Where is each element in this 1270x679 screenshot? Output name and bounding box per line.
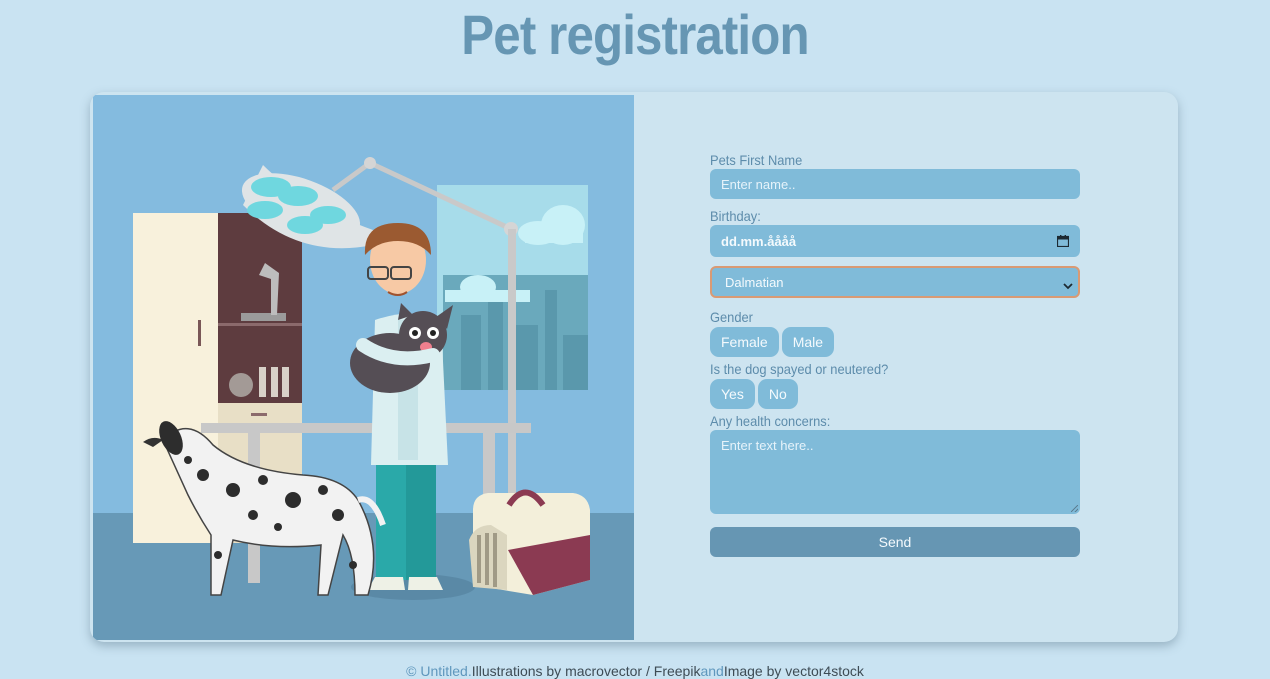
- pet-form: Pets First Name Enter name.. Birthday: d…: [710, 152, 1080, 557]
- birthday-input[interactable]: dd.mm.åååå: [710, 225, 1080, 257]
- spayed-no-button[interactable]: No: [757, 379, 798, 409]
- gender-options: Female Male: [710, 327, 1080, 357]
- and-text: and: [700, 663, 724, 679]
- resize-grip-icon[interactable]: [1071, 505, 1078, 512]
- gender-female-button[interactable]: Female: [710, 327, 779, 357]
- pet-name-placeholder: Enter name..: [721, 176, 796, 192]
- breed-selected-value: Dalmatian: [725, 274, 784, 290]
- name-label: Pets First Name: [710, 152, 803, 168]
- copyright-symbol: ©: [406, 663, 417, 679]
- chevron-down-icon: [1063, 278, 1073, 290]
- calendar-icon[interactable]: [1056, 235, 1070, 248]
- send-button[interactable]: Send: [710, 527, 1080, 557]
- page-title: Pet registration: [461, 3, 809, 66]
- pet-name-input[interactable]: Enter name..: [710, 169, 1080, 199]
- birthday-placeholder: dd.mm.åååå: [721, 233, 797, 249]
- registration-card: Pets First Name Enter name.. Birthday: d…: [90, 92, 1178, 642]
- spayed-yes-button[interactable]: Yes: [710, 379, 755, 409]
- gender-male-button[interactable]: Male: [781, 327, 835, 357]
- vet-illustration: [93, 95, 634, 640]
- untitled-link[interactable]: Untitled.: [420, 663, 471, 679]
- health-concerns-textarea[interactable]: Enter text here..: [710, 430, 1080, 514]
- spayed-options: Yes No: [710, 379, 1080, 409]
- health-placeholder: Enter text here..: [721, 438, 814, 453]
- image-credit[interactable]: Image by vector4stock: [724, 663, 864, 679]
- health-label: Any health concerns:: [710, 413, 831, 429]
- birthday-label: Birthday:: [710, 208, 761, 224]
- breed-select[interactable]: Dalmatian: [710, 266, 1080, 298]
- footer-credits: © Untitled.Illustrations by macrovector …: [0, 663, 1270, 679]
- gender-label: Gender: [710, 309, 753, 325]
- spayed-label: Is the dog spayed or neutered?: [710, 361, 889, 377]
- illustrations-credit[interactable]: Illustrations by macrovector / Freepik: [472, 663, 701, 679]
